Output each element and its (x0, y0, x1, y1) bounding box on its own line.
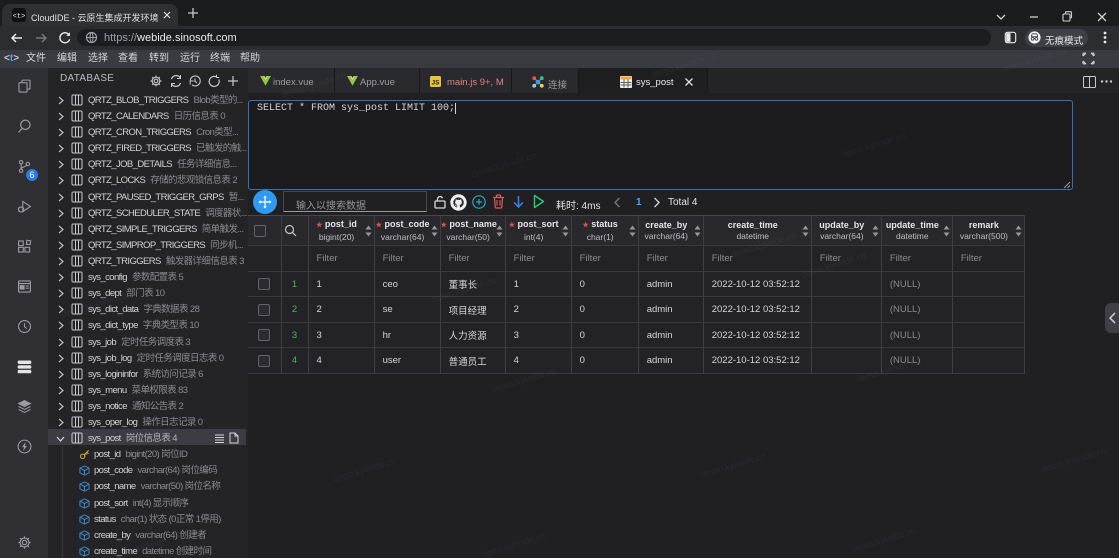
svg-text:JS: JS (432, 80, 441, 87)
